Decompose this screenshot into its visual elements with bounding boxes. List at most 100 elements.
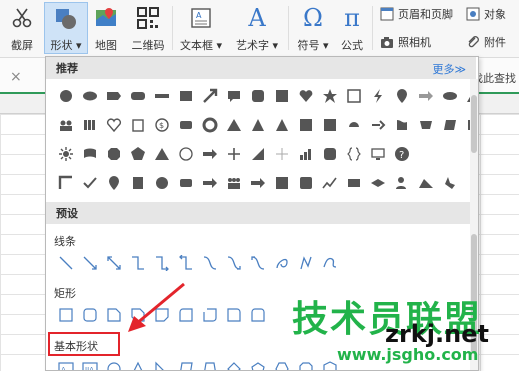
shape-option-icon[interactable] [270,112,294,138]
shape-option-icon[interactable] [318,170,342,196]
qrcode-button[interactable]: 二维码 [126,2,170,54]
shape-option-icon[interactable] [246,83,270,109]
scrollbar-thumb[interactable] [471,95,477,153]
shape-option-icon[interactable] [366,112,390,138]
shape-option-icon[interactable] [270,170,294,196]
shape-option-icon[interactable] [246,356,270,370]
shape-option-icon[interactable] [222,356,246,370]
shape-option-icon[interactable] [318,250,342,276]
shape-option-icon[interactable] [126,356,150,370]
shape-option-icon[interactable] [294,83,318,109]
shape-option-icon[interactable]: $ [150,112,174,138]
shape-option-icon[interactable] [222,302,246,328]
attachment-button[interactable]: 附件 [466,32,506,52]
shape-option-icon[interactable] [150,170,174,196]
shape-option-icon[interactable] [198,356,222,370]
shape-option-icon[interactable] [270,250,294,276]
shape-option-icon[interactable] [222,112,246,138]
shape-option-icon[interactable] [126,250,150,276]
shape-option-icon[interactable] [174,250,198,276]
shape-option-icon[interactable] [126,83,150,109]
shape-option-icon[interactable] [342,112,366,138]
shape-option-icon[interactable] [342,83,366,109]
textbox-button[interactable]: A 文本框 ▾ [176,2,226,54]
shape-option-icon[interactable] [174,141,198,167]
shape-option-icon[interactable] [270,83,294,109]
shape-option-icon[interactable]: A [54,356,78,370]
shape-option-icon[interactable] [414,112,438,138]
shape-option-icon[interactable] [78,83,102,109]
shape-option-icon[interactable] [174,83,198,109]
shape-option-icon[interactable] [78,141,102,167]
shape-option-icon[interactable] [246,141,270,167]
shapes-button[interactable]: 形状 ▾ [44,2,88,54]
shape-option-icon[interactable] [150,141,174,167]
shape-option-icon[interactable] [102,170,126,196]
shape-option-icon[interactable] [78,112,102,138]
shape-option-icon[interactable] [198,112,222,138]
shape-option-icon[interactable] [438,112,462,138]
shape-option-icon[interactable] [126,112,150,138]
object-button[interactable]: 对象 [466,4,506,24]
shape-option-icon[interactable] [126,170,150,196]
formula-button[interactable]: π 公式 [336,2,368,54]
symbol-button[interactable]: Ω 符号 ▾ [292,2,334,54]
map-button[interactable]: 地图 [90,2,122,54]
shape-option-icon[interactable] [414,170,438,196]
shape-option-icon[interactable] [150,356,174,370]
shape-option-icon[interactable] [54,112,78,138]
shape-option-icon[interactable] [174,170,198,196]
shape-option-icon[interactable] [294,141,318,167]
shape-option-icon[interactable] [54,302,78,328]
shape-option-icon[interactable] [438,83,462,109]
shape-option-icon[interactable] [150,83,174,109]
shape-option-icon[interactable] [102,356,126,370]
shape-option-icon[interactable] [414,83,438,109]
shape-option-icon[interactable] [222,170,246,196]
shape-option-icon[interactable] [294,250,318,276]
shape-option-icon[interactable] [54,170,78,196]
shape-option-icon[interactable] [222,141,246,167]
shape-option-icon[interactable] [198,83,222,109]
shape-option-icon[interactable] [246,302,270,328]
shape-option-icon[interactable] [150,250,174,276]
shape-option-icon[interactable] [222,250,246,276]
shape-option-icon[interactable] [342,170,366,196]
shape-option-icon[interactable] [270,141,294,167]
shape-option-icon[interactable] [78,302,102,328]
shape-option-icon[interactable] [294,170,318,196]
formula-cancel-button[interactable]: × [10,69,22,85]
shape-option-icon[interactable] [198,302,222,328]
screenshot-button[interactable]: 截屏 [2,2,42,54]
shape-option-icon[interactable] [54,141,78,167]
shape-option-icon[interactable] [102,112,126,138]
shape-option-icon[interactable] [102,250,126,276]
shape-option-icon[interactable] [222,83,246,109]
shape-option-icon[interactable] [270,356,294,370]
shape-option-icon[interactable] [174,356,198,370]
wordart-button[interactable]: A 艺术字 ▾ [230,2,284,54]
shape-option-icon[interactable] [126,141,150,167]
header-footer-button[interactable]: 页眉和页脚 [380,4,453,24]
shape-option-icon[interactable] [390,112,414,138]
shape-option-icon[interactable] [198,170,222,196]
shape-option-icon[interactable] [54,83,78,109]
shape-option-icon[interactable] [78,170,102,196]
shape-option-icon[interactable] [438,170,462,196]
shape-option-icon[interactable] [366,170,390,196]
shape-option-icon[interactable] [390,83,414,109]
shape-option-icon[interactable] [318,112,342,138]
shape-option-icon[interactable] [78,250,102,276]
shape-option-icon[interactable] [246,170,270,196]
shape-option-icon[interactable] [198,250,222,276]
shape-option-icon[interactable] [294,356,318,370]
shape-option-icon[interactable] [366,83,390,109]
shape-option-icon[interactable] [294,112,318,138]
more-link[interactable]: 更多≫ [432,61,466,77]
shape-option-icon[interactable] [102,83,126,109]
shape-option-icon[interactable] [366,141,390,167]
shape-option-icon[interactable] [246,250,270,276]
shape-option-icon[interactable] [342,141,366,167]
camera-button[interactable]: 照相机 [380,32,431,52]
shape-option-icon[interactable] [198,141,222,167]
